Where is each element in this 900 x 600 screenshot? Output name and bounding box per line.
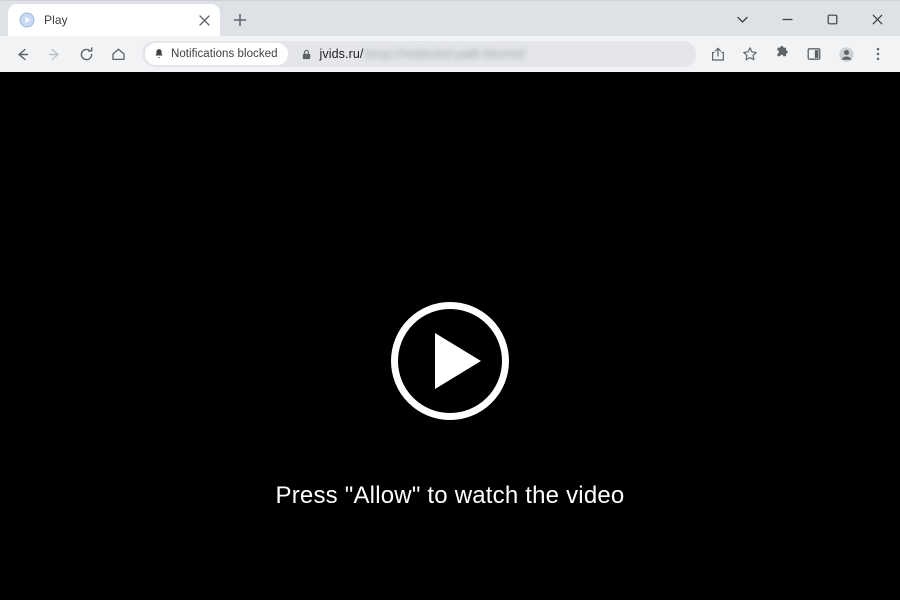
reload-button[interactable] (72, 40, 100, 68)
maximize-button[interactable] (810, 1, 855, 37)
omnibox-url-area[interactable]: jvids.ru/ hxxp://redacted-path-blurred (301, 47, 692, 61)
lock-icon[interactable] (301, 49, 312, 60)
tab-search-button[interactable] (720, 1, 765, 37)
side-panel-button[interactable] (800, 40, 828, 68)
page-viewport: Press "Allow" to watch the video (0, 72, 900, 600)
notifications-blocked-label: Notifications blocked (171, 48, 278, 60)
tab-strip: Play (0, 0, 900, 36)
play-triangle-icon (435, 333, 481, 389)
profile-avatar-button[interactable] (832, 40, 860, 68)
notifications-blocked-chip[interactable]: Notifications blocked (145, 43, 288, 65)
forward-button[interactable] (40, 40, 68, 68)
video-play-button[interactable] (391, 302, 509, 420)
tab-title: Play (44, 13, 68, 27)
bookmark-star-button[interactable] (736, 40, 764, 68)
new-tab-button[interactable] (226, 6, 254, 34)
omnibox-url-redacted: hxxp://redacted-path-blurred (364, 47, 525, 61)
share-button[interactable] (704, 40, 732, 68)
chrome-menu-button[interactable] (864, 40, 892, 68)
bell-blocked-icon (153, 48, 165, 60)
omnibox-url-text: jvids.ru/ (319, 47, 364, 61)
address-bar[interactable]: Notifications blocked jvids.ru/ hxxp://r… (142, 41, 696, 67)
back-button[interactable] (8, 40, 36, 68)
home-button[interactable] (104, 40, 132, 68)
close-window-button[interactable] (855, 1, 900, 37)
tab-close-button[interactable] (194, 10, 214, 30)
browser-window: Play Notifications blocked jvids.ru/ hxx… (0, 0, 900, 600)
browser-tab[interactable]: Play (8, 4, 220, 36)
allow-notifications-prompt-text: Press "Allow" to watch the video (275, 482, 625, 509)
video-player-stage: Press "Allow" to watch the video (0, 72, 900, 600)
play-favicon-icon (19, 12, 35, 28)
minimize-button[interactable] (765, 1, 810, 37)
window-controls (720, 1, 900, 37)
extensions-puzzle-button[interactable] (768, 40, 796, 68)
toolbar-actions (702, 40, 894, 68)
browser-toolbar: Notifications blocked jvids.ru/ hxxp://r… (0, 36, 900, 72)
